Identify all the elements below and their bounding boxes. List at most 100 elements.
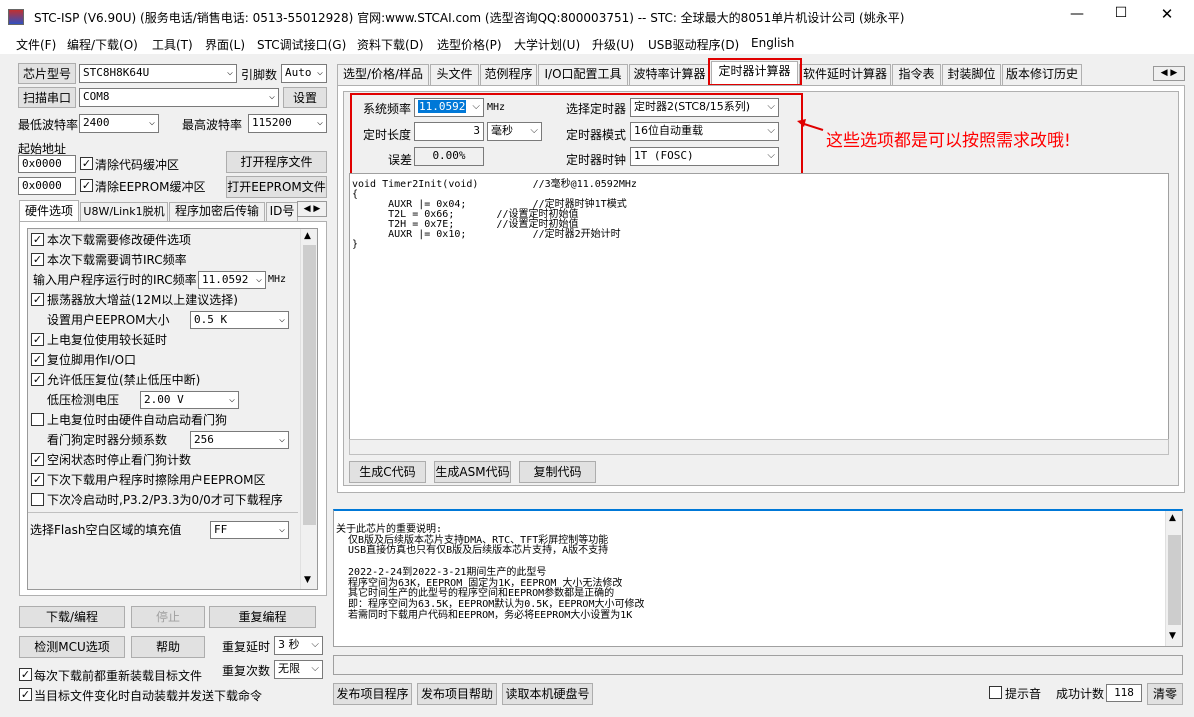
options-scrollbar[interactable]: ▲ ▼ — [300, 229, 317, 589]
menu-program[interactable]: 编程/下载(O) — [67, 36, 138, 53]
tab-baud-calc[interactable]: 波特率计算器 — [629, 64, 710, 85]
code-addr-input[interactable]: 0x0000 — [18, 155, 76, 173]
reprogram-button[interactable]: 重复编程 — [209, 606, 316, 628]
chip-type-button[interactable]: 芯片型号 — [18, 63, 76, 84]
menu-price[interactable]: 选型价格(P) — [437, 36, 502, 53]
long-reset-checkbox[interactable]: ✓ — [31, 333, 44, 346]
port-select[interactable]: COM8 ⌵ — [79, 88, 279, 107]
menu-tools[interactable]: 工具(T) — [152, 36, 193, 53]
reload-each-checkbox[interactable]: ✓ — [19, 668, 32, 681]
menu-file[interactable]: 文件(F) — [16, 36, 56, 53]
idle-stop-wdt-checkbox[interactable]: ✓ — [31, 453, 44, 466]
amp-gain-label: 振荡器放大增益(12M以上建议选择) — [47, 293, 238, 307]
reset-io-checkbox[interactable]: ✓ — [31, 353, 44, 366]
reload-each-label: 每次下载前都重新装载目标文件 — [34, 669, 203, 683]
clear-eeprom-checkbox[interactable]: ✓ — [80, 179, 93, 192]
min-baud-select[interactable]: 2400 ⌵ — [79, 114, 159, 133]
annotation-box-options — [350, 93, 803, 179]
maximize-button[interactable]: ☐ — [1106, 5, 1136, 21]
tab-scroll-buttons[interactable]: ◀ ▶ — [1153, 66, 1185, 81]
irc-freq-select[interactable]: 11.0592 ⌵ — [198, 271, 266, 289]
open-program-button[interactable]: 打开程序文件 — [226, 151, 327, 173]
chevron-down-icon: ⌵ — [148, 117, 155, 128]
cold-boot-checkbox[interactable] — [31, 493, 44, 506]
tab-header-file[interactable]: 头文件 — [430, 64, 479, 85]
menu-download[interactable]: 资料下载(D) — [357, 36, 424, 53]
chevron-down-icon: ⌵ — [228, 394, 235, 405]
info-scrollbar[interactable]: ▲ ▼ — [1165, 511, 1182, 646]
pins-select[interactable]: Auto ⌵ — [281, 64, 327, 83]
menu-usb-driver[interactable]: USB驱动程序(D) — [648, 36, 739, 53]
erase-eeprom-checkbox[interactable]: ✓ — [31, 473, 44, 486]
tab-instructions[interactable]: 指令表 — [892, 64, 941, 85]
left-tab-id[interactable]: ID号 — [266, 202, 298, 221]
clear-count-button[interactable]: 清零 — [1147, 683, 1183, 705]
modify-hw-checkbox[interactable]: ✓ — [31, 233, 44, 246]
open-eeprom-button[interactable]: 打开EEPROM文件 — [226, 176, 327, 198]
clear-code-checkbox[interactable]: ✓ — [80, 157, 93, 170]
tab-io-config[interactable]: I/O口配置工具 — [538, 64, 628, 85]
download-button[interactable]: 下载/编程 — [19, 606, 125, 628]
code-editor[interactable]: void Timer2Init(void) //3毫秒@11.0592MHz {… — [349, 173, 1169, 455]
chip-type-select[interactable]: STC8H8K64U ⌵ — [79, 64, 237, 83]
gen-c-button[interactable]: 生成C代码 — [349, 461, 426, 483]
eeprom-addr-input[interactable]: 0x0000 — [18, 177, 76, 195]
scroll-down-icon[interactable]: ▼ — [1169, 631, 1176, 641]
copy-code-button[interactable]: 复制代码 — [519, 461, 596, 483]
low-volt-select[interactable]: 2.00 V ⌵ — [140, 391, 239, 409]
left-tab-u8w[interactable]: U8W/Link1脱机 — [80, 202, 168, 221]
port-value: COM8 — [83, 90, 110, 103]
auto-wdt-checkbox[interactable] — [31, 413, 44, 426]
repeat-count-select[interactable]: 无限 ⌵ — [274, 660, 323, 679]
scroll-up-icon[interactable]: ▲ — [1169, 513, 1176, 523]
scroll-thumb[interactable] — [1168, 535, 1181, 625]
tab-package-pins[interactable]: 封装脚位 — [942, 64, 1001, 85]
min-baud-label: 最低波特率 — [18, 118, 79, 132]
menu-debug[interactable]: STC调试接口(G) — [257, 36, 346, 53]
annotation-text: 这些选项都是可以按照需求改哦! — [826, 131, 1071, 151]
chip-info-text: 关于此芯片的重要说明: 仅B版及后续版本芯片支持DMA、RTC、TFT彩屏控制等… — [336, 524, 645, 621]
auto-send-checkbox[interactable]: ✓ — [19, 688, 32, 701]
tab-delay-calc[interactable]: 软件延时计算器 — [799, 64, 891, 85]
scroll-up-icon[interactable]: ▲ — [304, 231, 311, 241]
detect-mcu-button[interactable]: 检测MCU选项 — [19, 636, 125, 658]
amp-gain-checkbox[interactable]: ✓ — [31, 293, 44, 306]
menu-university[interactable]: 大学计划(U) — [514, 36, 580, 53]
irc-unit-label: MHz — [268, 274, 287, 285]
left-tab-hardware[interactable]: 硬件选项 — [19, 200, 79, 222]
low-volt-value: 2.00 V — [144, 393, 184, 406]
adjust-irc-checkbox[interactable]: ✓ — [31, 253, 44, 266]
chevron-down-icon: ⌵ — [311, 663, 319, 674]
low-volt-reset-checkbox[interactable]: ✓ — [31, 373, 44, 386]
repeat-delay-select[interactable]: 3 秒 ⌵ — [274, 636, 323, 655]
close-button[interactable]: ✕ — [1152, 5, 1182, 23]
tab-selection-price[interactable]: 选型/价格/样品 — [337, 64, 429, 85]
menu-english[interactable]: English — [751, 36, 794, 50]
settings-button[interactable]: 设置 — [283, 87, 327, 108]
read-disk-button[interactable]: 读取本机硬盘号 — [502, 683, 593, 705]
left-tab-encrypt[interactable]: 程序加密后传输 — [169, 202, 265, 221]
help-button[interactable]: 帮助 — [131, 636, 205, 658]
tab-version-history[interactable]: 版本修订历史 — [1002, 64, 1082, 85]
minimize-button[interactable]: — — [1062, 6, 1092, 22]
chevron-down-icon: ⌵ — [278, 314, 285, 325]
publish-program-button[interactable]: 发布项目程序 — [333, 683, 412, 705]
max-baud-select[interactable]: 115200 ⌵ — [248, 114, 327, 133]
eeprom-size-select[interactable]: 0.5 K ⌵ — [190, 311, 289, 329]
chevron-down-icon: ⌵ — [268, 91, 275, 102]
menu-interface[interactable]: 界面(L) — [205, 36, 245, 53]
tab-examples[interactable]: 范例程序 — [480, 64, 537, 85]
stop-button[interactable]: 停止 — [131, 606, 205, 628]
scroll-down-icon[interactable]: ▼ — [304, 575, 311, 585]
code-hscroll[interactable] — [349, 439, 1169, 455]
scan-port-button[interactable]: 扫描串口 — [18, 87, 76, 108]
scroll-thumb[interactable] — [303, 245, 316, 525]
wdt-div-select[interactable]: 256 ⌵ — [190, 431, 289, 449]
publish-help-button[interactable]: 发布项目帮助 — [417, 683, 497, 705]
menu-upgrade[interactable]: 升级(U) — [592, 36, 634, 53]
gen-asm-button[interactable]: 生成ASM代码 — [434, 461, 511, 483]
left-tab-scroll[interactable]: ◀ ▶ — [297, 201, 327, 217]
sound-checkbox[interactable] — [989, 686, 1002, 699]
flash-fill-select[interactable]: FF ⌵ — [210, 521, 289, 539]
wdt-div-label: 看门狗定时器分频系数 — [47, 433, 168, 447]
